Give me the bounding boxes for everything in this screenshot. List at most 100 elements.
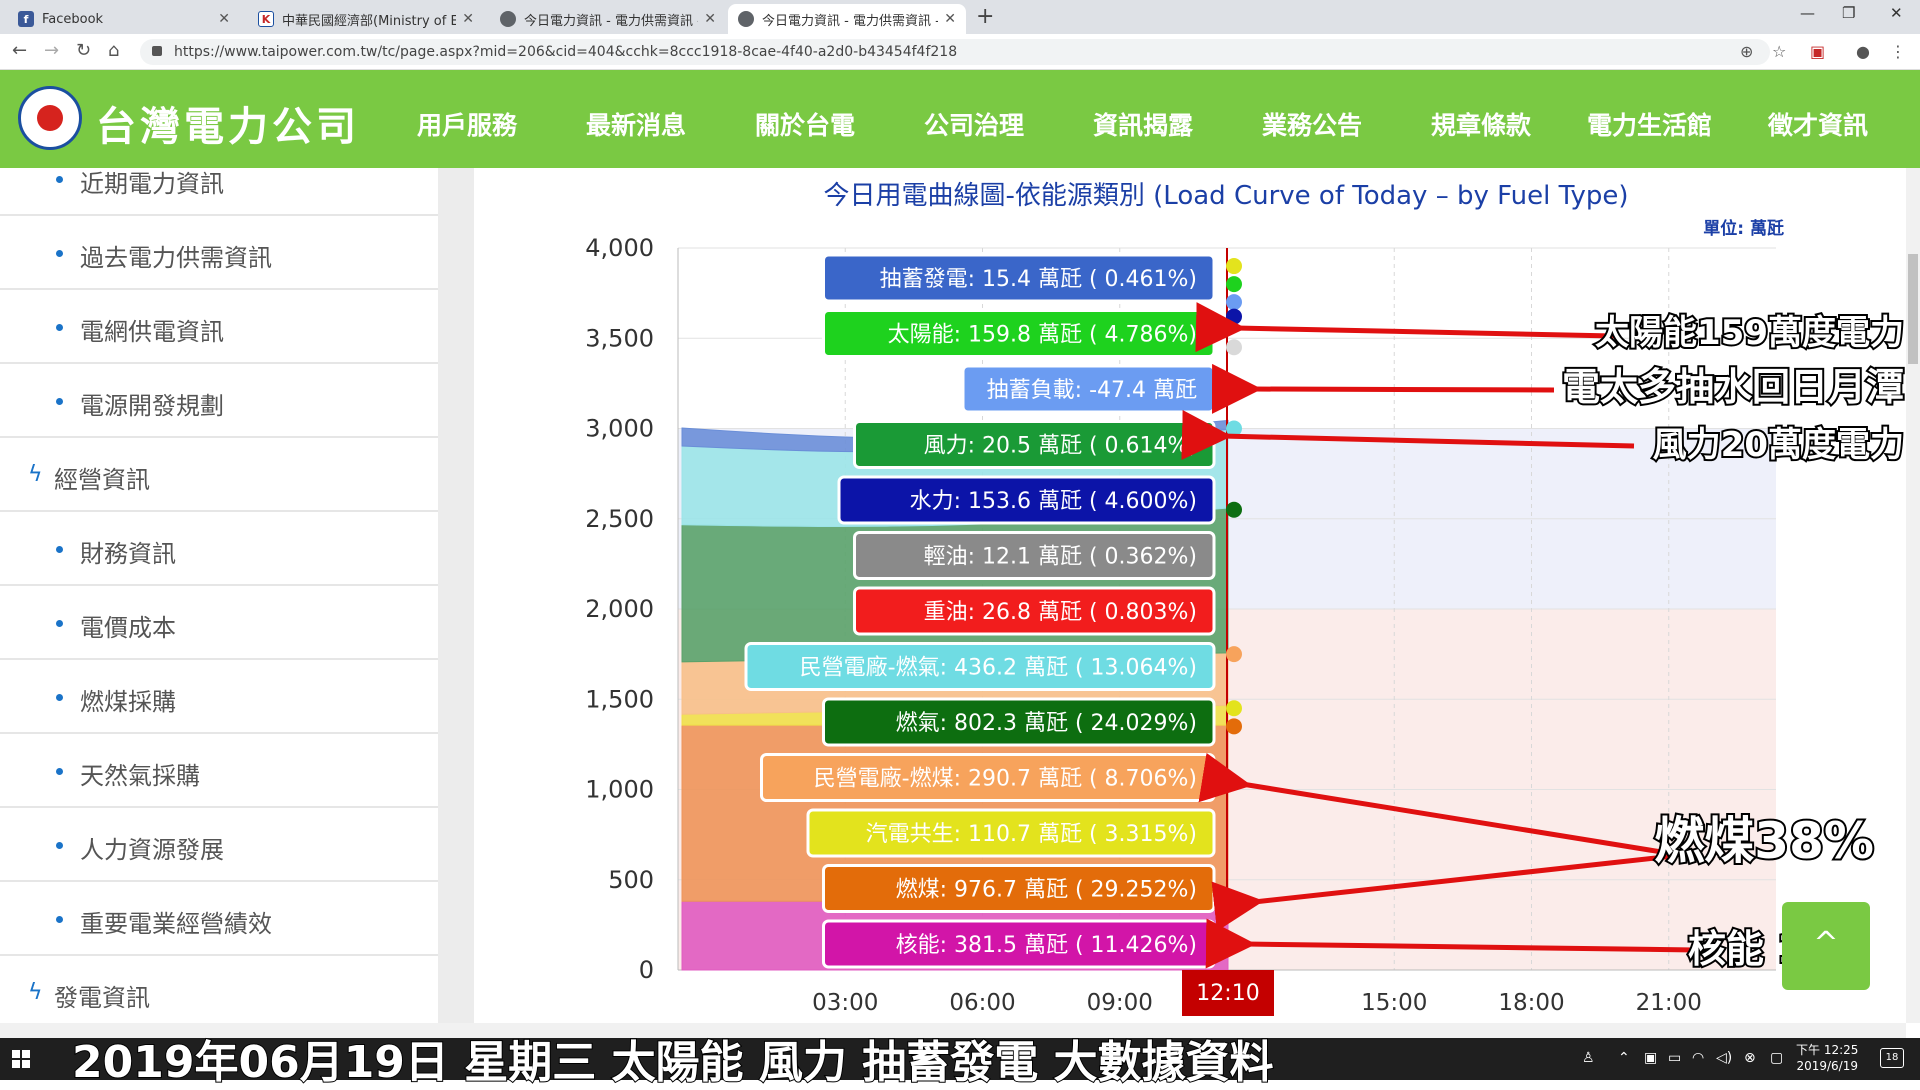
bullet-icon — [56, 324, 63, 331]
close-icon[interactable]: ✕ — [944, 11, 956, 27]
zoom-icon[interactable]: ⊕ — [1740, 42, 1753, 61]
data-point — [1226, 718, 1242, 735]
sidebar-item[interactable]: 天然氣採購 — [0, 736, 438, 808]
star-icon[interactable]: ☆ — [1772, 42, 1786, 61]
minimize-button[interactable]: — — [1800, 4, 1815, 22]
nav-item[interactable]: 最新消息 — [586, 106, 686, 142]
tooltip-label: 重油: 26.8 萬瓩 ( 0.803%) — [924, 600, 1197, 625]
bullet-icon — [56, 250, 63, 257]
sidebar-item-label: 發電資訊 — [54, 984, 150, 1012]
browser-tab-taipower-2[interactable]: 今日電力資訊 - 電力供需資訊 - 資 ✕ — [728, 4, 966, 34]
home-icon[interactable]: ⌂ — [108, 40, 119, 61]
sidebar-item-label: 財務資訊 — [80, 540, 176, 568]
moea-icon: K — [258, 11, 274, 27]
sidebar-item-label: 電源開發規劃 — [80, 392, 224, 420]
bullet-icon — [56, 546, 63, 553]
bullet-icon — [56, 768, 63, 775]
y-tick-label: 500 — [608, 866, 654, 894]
lock-icon — [152, 46, 162, 56]
browser-tab-bar: f Facebook ✕ K 中華民國經濟部(Ministry of Econ … — [0, 0, 1920, 34]
annotation-label: 燃煤38% — [1654, 812, 1874, 870]
sidebar: 近期電力資訊 過去電力供需資訊 電網供電資訊 電源開發規劃 ϟ 經營資訊 財務資訊… — [0, 168, 438, 1023]
sidebar-item-label: 電價成本 — [80, 614, 176, 642]
sidebar-item[interactable]: 過去電力供需資訊 — [0, 218, 438, 290]
nav-item[interactable]: 電力生活館 — [1587, 106, 1712, 142]
x-tick-label: 18:00 — [1498, 990, 1564, 1016]
nav-item[interactable]: 業務公告 — [1262, 106, 1362, 142]
sidebar-item-label: 燃煤採購 — [80, 688, 176, 716]
url-input[interactable]: https://www.taipower.com.tw/tc/page.aspx… — [140, 39, 1770, 65]
sidebar-category[interactable]: ϟ 經營資訊 — [0, 440, 438, 512]
sidebar-category[interactable]: ϟ 發電資訊 — [0, 958, 438, 1023]
nav-item[interactable]: 用戶服務 — [417, 106, 517, 142]
sidebar-item-label: 過去電力供需資訊 — [80, 244, 272, 272]
sidebar-item[interactable]: 財務資訊 — [0, 514, 438, 586]
tooltip-label: 太陽能: 159.8 萬瓩 ( 4.786%) — [888, 323, 1197, 348]
close-window-button[interactable]: ✕ — [1890, 4, 1903, 22]
address-bar-row: ← → ↻ ⌂ https://www.taipower.com.tw/tc/p… — [0, 34, 1920, 70]
globe-icon — [500, 11, 516, 27]
x-tick-label: 09:00 — [1087, 990, 1153, 1016]
tooltip-label: 核能: 381.5 萬瓩 ( 11.426%) — [896, 933, 1197, 958]
taipower-logo-icon[interactable] — [18, 86, 82, 150]
sidebar-item[interactable]: 電價成本 — [0, 588, 438, 660]
tooltip-label: 抽蓄發電: 15.4 萬瓩 ( 0.461%) — [880, 267, 1197, 292]
sidebar-item[interactable]: 電網供電資訊 — [0, 292, 438, 364]
data-point — [1226, 339, 1242, 356]
browser-tab-taipower-1[interactable]: 今日電力資訊 - 電力供需資訊 - 資 ✕ — [490, 4, 726, 34]
sidebar-gutter — [438, 168, 474, 1023]
sidebar-item[interactable]: 電源開發規劃 — [0, 366, 438, 438]
forward-arrow-icon[interactable]: → — [44, 40, 59, 61]
sidebar-item-label: 天然氣採購 — [80, 762, 200, 790]
sidebar-item-label: 人力資源發展 — [80, 836, 224, 864]
tooltip-label: 風力: 20.5 萬瓩 ( 0.614%) — [924, 434, 1197, 459]
profile-icon[interactable]: ● — [1856, 42, 1870, 61]
load-curve-chart: 今日用電曲線圖-依能源類別 (Load Curve of Today – by … — [585, 181, 1906, 1016]
bullet-icon — [56, 398, 63, 405]
sidebar-item[interactable]: 近期電力資訊 — [0, 168, 438, 216]
tooltip-label: 輕油: 12.1 萬瓩 ( 0.362%) — [924, 545, 1197, 570]
sidebar-item-label: 電網供電資訊 — [80, 318, 224, 346]
y-tick-label: 2,000 — [585, 595, 654, 623]
nav-item-active[interactable]: 資訊揭露 — [1093, 106, 1193, 142]
annotation-arrow — [1195, 302, 1615, 353]
browser-tab-moea[interactable]: K 中華民國經濟部(Ministry of Econ ✕ — [248, 4, 484, 34]
unit-label: 單位: 萬瓩 — [1703, 218, 1784, 239]
lightning-icon: ϟ — [28, 462, 43, 487]
extension-icon[interactable]: ▣ — [1810, 42, 1825, 61]
maximize-button[interactable]: ❐ — [1842, 4, 1855, 22]
menu-icon[interactable]: ⋮ — [1890, 42, 1906, 61]
logo-text[interactable]: 台灣電力公司 — [96, 94, 360, 152]
y-tick-label: 1,500 — [585, 685, 654, 713]
sidebar-item[interactable]: 燃煤採購 — [0, 662, 438, 734]
sidebar-item[interactable]: 重要電業經營績效 — [0, 884, 438, 956]
nav-item[interactable]: 徵才資訊 — [1768, 106, 1868, 142]
data-point — [1226, 501, 1242, 518]
nav-item[interactable]: 公司治理 — [924, 106, 1024, 142]
back-to-top-button[interactable]: ^ — [1782, 902, 1870, 990]
chart-title: 今日用電曲線圖-依能源類別 (Load Curve of Today – by … — [824, 181, 1629, 211]
bullet-icon — [56, 620, 63, 627]
nav-item[interactable]: 關於台電 — [755, 106, 855, 142]
bullet-icon — [56, 176, 63, 183]
reload-icon[interactable]: ↻ — [76, 40, 91, 61]
x-tick-label: 03:00 — [812, 990, 878, 1016]
y-tick-label: 3,500 — [585, 324, 654, 352]
site-header: 台灣電力公司 用戶服務 最新消息 關於台電 公司治理 資訊揭露 業務公告 規章條… — [0, 70, 1920, 168]
close-icon[interactable]: ✕ — [704, 11, 716, 27]
browser-tab-facebook[interactable]: f Facebook ✕ — [8, 4, 240, 34]
new-tab-button[interactable]: + — [976, 4, 994, 29]
close-icon[interactable]: ✕ — [218, 11, 230, 27]
nav-item[interactable]: 規章條款 — [1431, 106, 1531, 142]
y-tick-label: 4,000 — [585, 234, 654, 262]
sidebar-item-label: 近期電力資訊 — [80, 170, 224, 198]
close-icon[interactable]: ✕ — [462, 11, 474, 27]
video-subtitle: 2019年06月19日 星期三 太陽能 風力 抽蓄發電 大數據資料 — [0, 1020, 1920, 1089]
sidebar-item[interactable]: 人力資源發展 — [0, 810, 438, 882]
subtitle-text: 2019年06月19日 星期三 太陽能 風力 抽蓄發電 大數據資料 — [71, 1036, 1275, 1089]
back-arrow-icon[interactable]: ← — [12, 40, 27, 61]
scrollbar-thumb[interactable] — [1908, 254, 1918, 364]
annotation-arrow — [1211, 363, 1555, 414]
facebook-icon: f — [18, 11, 34, 27]
tooltip-label: 抽蓄負載: -47.4 萬瓩 — [987, 378, 1197, 403]
